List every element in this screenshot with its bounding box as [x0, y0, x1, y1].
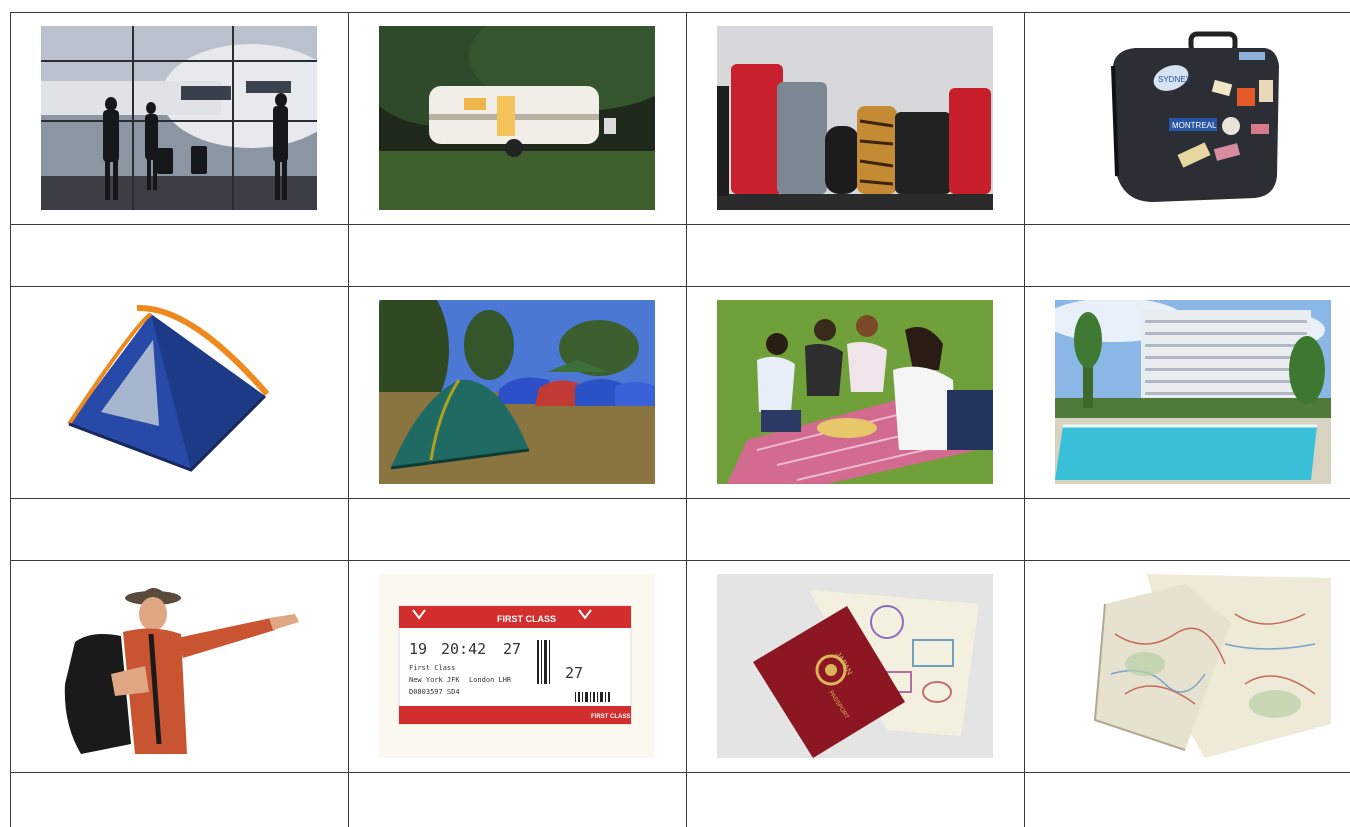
ticket-time: 20:42	[441, 640, 486, 658]
picture-grid: SYDNEY MONTREAL FIRST CLASS 19 20:42 27 …	[10, 12, 1350, 827]
ticket-class-label: FIRST CLASS	[591, 714, 630, 720]
image-cell	[11, 561, 349, 773]
image-row-3: FIRST CLASS 19 20:42 27 First Class New …	[11, 561, 1350, 773]
caption-cell[interactable]	[349, 225, 687, 287]
image-cell	[349, 13, 687, 225]
caption-cell[interactable]	[11, 773, 349, 827]
luggage-photo	[717, 26, 993, 210]
image-cell: FIRST CLASS 19 20:42 27 First Class New …	[349, 561, 687, 773]
image-cell	[1025, 287, 1350, 499]
ticket-gate: 27	[503, 640, 521, 658]
ticket-seat: 27	[565, 664, 583, 682]
image-cell	[1025, 561, 1350, 773]
caption-cell[interactable]	[349, 499, 687, 561]
image-row-1: SYDNEY MONTREAL	[11, 13, 1350, 225]
sticker-text: SYDNEY	[1158, 75, 1192, 84]
ticket-number: D0803597 SD4	[409, 688, 460, 696]
backpacker-photo	[41, 574, 317, 758]
caption-row-3	[11, 773, 1350, 827]
ticket-to: London LHR	[469, 676, 512, 684]
ticket-date: 19	[409, 640, 427, 658]
image-cell	[349, 287, 687, 499]
suitcase-with-stickers-photo: SYDNEY MONTREAL	[1055, 26, 1331, 210]
caption-cell[interactable]	[687, 499, 1025, 561]
airport-photo	[41, 26, 317, 210]
image-cell	[11, 13, 349, 225]
sticker-text: MONTREAL	[1172, 121, 1217, 130]
caption-cell[interactable]	[1025, 499, 1350, 561]
ticket-class-label: FIRST CLASS	[497, 614, 556, 624]
caption-cell[interactable]	[349, 773, 687, 827]
map-photo	[1055, 574, 1331, 758]
caption-cell[interactable]	[687, 225, 1025, 287]
caption-cell[interactable]	[11, 499, 349, 561]
image-row-2	[11, 287, 1350, 499]
caption-row-1	[11, 225, 1350, 287]
image-cell: JAPAN PASSPORT	[687, 561, 1025, 773]
image-cell	[687, 287, 1025, 499]
ticket-class-line: First Class	[409, 664, 455, 672]
image-cell	[11, 287, 349, 499]
caravan-photo	[379, 26, 655, 210]
picnic-photo	[717, 300, 993, 484]
caption-cell[interactable]	[687, 773, 1025, 827]
image-cell	[687, 13, 1025, 225]
tent-photo	[41, 300, 317, 484]
caption-cell[interactable]	[1025, 773, 1350, 827]
caption-row-2	[11, 499, 1350, 561]
worksheet: SYDNEY MONTREAL FIRST CLASS 19 20:42 27 …	[0, 0, 1350, 827]
image-cell: SYDNEY MONTREAL	[1025, 13, 1350, 225]
boarding-pass-photo: FIRST CLASS 19 20:42 27 First Class New …	[379, 574, 655, 758]
campsite-photo	[379, 300, 655, 484]
ticket-from: New York JFK	[409, 676, 460, 684]
caption-cell[interactable]	[1025, 225, 1350, 287]
hotel-pool-photo	[1055, 300, 1331, 484]
passport-photo: JAPAN PASSPORT	[717, 574, 993, 758]
caption-cell[interactable]	[11, 225, 349, 287]
